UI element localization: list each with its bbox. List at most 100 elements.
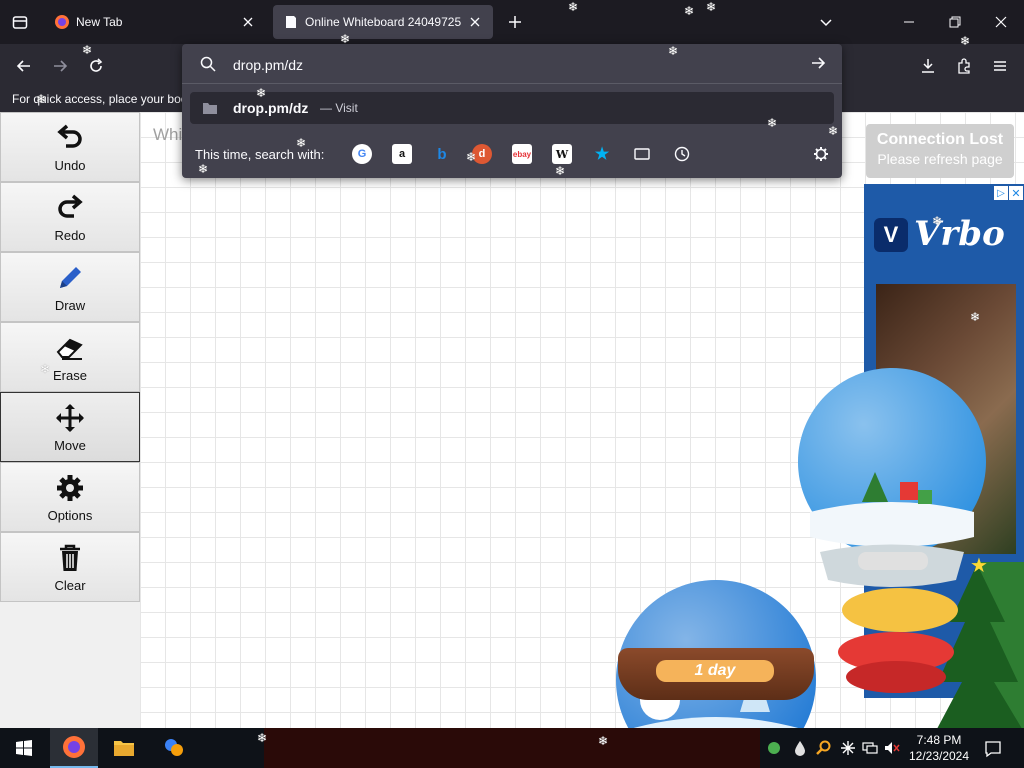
snowflake-icon: ❄ bbox=[340, 32, 351, 46]
windows-taskbar: 7:48 PM 12/23/2024 bbox=[0, 728, 1024, 768]
search-with-engines: This time, search with: G a b d ebay W ★ bbox=[182, 140, 842, 168]
erase-button[interactable]: Erase bbox=[0, 322, 140, 392]
undo-button[interactable]: Undo bbox=[0, 112, 140, 182]
firefox-icon bbox=[63, 736, 85, 758]
start-button[interactable] bbox=[0, 728, 48, 768]
taskbar-firefox[interactable] bbox=[50, 728, 98, 768]
clock-time: 7:48 PM bbox=[916, 733, 962, 747]
connection-lost-title: Connection Lost bbox=[876, 131, 1004, 148]
firefox-view-icon bbox=[12, 16, 28, 29]
tabs-icon[interactable] bbox=[632, 144, 652, 164]
snowflake-icon: ❄ bbox=[970, 310, 981, 324]
tab-list-button[interactable] bbox=[6, 10, 34, 34]
minimize-button[interactable] bbox=[886, 6, 932, 38]
hamburger-menu-icon bbox=[994, 61, 1006, 71]
suggestion-url: drop.pm/dz bbox=[233, 100, 309, 116]
extensions-button[interactable] bbox=[950, 52, 978, 80]
forward-button[interactable] bbox=[46, 52, 74, 80]
wikipedia-icon[interactable]: W bbox=[552, 144, 572, 164]
restore-icon bbox=[949, 16, 961, 28]
restore-button[interactable] bbox=[932, 6, 978, 38]
google-icon[interactable]: G bbox=[352, 144, 372, 164]
ebay-icon[interactable]: ebay bbox=[512, 144, 532, 164]
snowflake-icon: ❄ bbox=[684, 4, 695, 18]
suggestion-action: — Visit bbox=[320, 101, 358, 115]
close-icon[interactable] bbox=[467, 14, 483, 30]
puzzle-icon bbox=[958, 58, 970, 74]
bookmarks-icon[interactable]: ★ bbox=[592, 144, 612, 164]
snowflake-icon: ❄ bbox=[568, 0, 579, 14]
arrow-left-icon bbox=[16, 60, 30, 72]
close-window-button[interactable] bbox=[978, 6, 1024, 38]
page-icon bbox=[286, 16, 296, 28]
snowflake-icon: ❄ bbox=[555, 164, 566, 178]
tab-title: Online Whiteboard 24049725-6 bbox=[305, 15, 461, 29]
tab-online-whiteboard[interactable]: Online Whiteboard 24049725-6 bbox=[273, 5, 493, 39]
adchoices-icon[interactable]: ▷ bbox=[994, 186, 1008, 200]
back-button[interactable] bbox=[10, 52, 38, 80]
snowflake-icon: ❄ bbox=[598, 734, 609, 748]
tool-label: Redo bbox=[54, 227, 86, 243]
tray-app-icon[interactable] bbox=[766, 740, 782, 756]
tool-label: Move bbox=[54, 437, 86, 453]
close-icon[interactable] bbox=[240, 14, 256, 30]
clear-button[interactable]: Clear bbox=[0, 532, 140, 602]
gear-icon bbox=[57, 474, 83, 501]
close-icon[interactable]: ✕ bbox=[1009, 186, 1023, 200]
undo-icon bbox=[57, 124, 82, 148]
url-input[interactable]: drop.pm/dz bbox=[233, 57, 303, 73]
draw-button[interactable]: Draw bbox=[0, 252, 140, 322]
pencil-icon bbox=[60, 266, 81, 288]
downloads-button[interactable] bbox=[914, 52, 942, 80]
volume-muted-icon[interactable] bbox=[884, 740, 900, 756]
snowflake-icon: ❄ bbox=[36, 92, 47, 106]
amazon-icon[interactable]: a bbox=[392, 144, 412, 164]
tool-label: Clear bbox=[54, 577, 86, 593]
plus-icon bbox=[509, 16, 521, 28]
url-suggestion[interactable]: drop.pm/dz — Visit bbox=[190, 92, 834, 124]
connection-lost-subtitle: Please refresh page bbox=[877, 151, 1003, 167]
taskbar-file-explorer[interactable] bbox=[100, 728, 148, 768]
snowflake-icon: ❄ bbox=[198, 162, 209, 176]
go-arrow-icon[interactable] bbox=[810, 55, 826, 71]
app-icon bbox=[165, 739, 183, 756]
trash-icon bbox=[60, 544, 80, 571]
snowflake-icon: ❄ bbox=[828, 124, 839, 138]
redo-button[interactable]: Redo bbox=[0, 182, 140, 252]
history-icon[interactable] bbox=[672, 144, 692, 164]
search-icon bbox=[200, 56, 216, 72]
app-menu-button[interactable] bbox=[986, 52, 1014, 80]
taskbar-app[interactable] bbox=[150, 728, 198, 768]
options-button[interactable]: Options bbox=[0, 462, 140, 532]
clock-date: 12/23/2024 bbox=[908, 749, 970, 763]
search-tray-icon[interactable] bbox=[816, 740, 832, 756]
new-tab-button[interactable] bbox=[503, 10, 527, 34]
snowflake-icon: ❄ bbox=[706, 0, 717, 14]
spiral-decoration bbox=[838, 588, 958, 693]
network-icon[interactable] bbox=[862, 740, 878, 756]
list-all-tabs-button[interactable] bbox=[814, 10, 838, 34]
move-button[interactable]: Move bbox=[0, 392, 140, 462]
snow-globe-right bbox=[798, 368, 986, 587]
download-icon bbox=[922, 59, 934, 73]
snowflake-tray-icon[interactable] bbox=[840, 740, 856, 756]
firefox-icon bbox=[55, 15, 69, 29]
droplet-icon[interactable] bbox=[792, 740, 808, 756]
move-icon bbox=[56, 403, 84, 432]
taskbar-clock[interactable]: 7:48 PM 12/23/2024 bbox=[906, 732, 972, 764]
redo-icon bbox=[58, 194, 83, 218]
snowflake-icon: ❄ bbox=[40, 362, 51, 376]
snowflake-icon: ❄ bbox=[296, 136, 307, 150]
eraser-icon bbox=[56, 338, 83, 360]
whiteboard-page: Undo Redo Draw Erase Move Options Clear … bbox=[0, 112, 1024, 728]
search-settings-gear-icon[interactable] bbox=[811, 144, 831, 164]
notification-center-icon[interactable] bbox=[984, 740, 1002, 758]
close-icon bbox=[995, 16, 1007, 28]
folder-icon bbox=[114, 741, 134, 756]
minimize-icon bbox=[904, 21, 914, 23]
bing-icon[interactable]: b bbox=[432, 144, 452, 164]
tab-new-tab[interactable]: New Tab bbox=[44, 5, 266, 39]
urlbar-dropdown: drop.pm/dz drop.pm/dz — Visit This time,… bbox=[182, 44, 842, 178]
urlbar[interactable]: drop.pm/dz bbox=[182, 44, 842, 84]
tool-label: Draw bbox=[54, 297, 86, 313]
